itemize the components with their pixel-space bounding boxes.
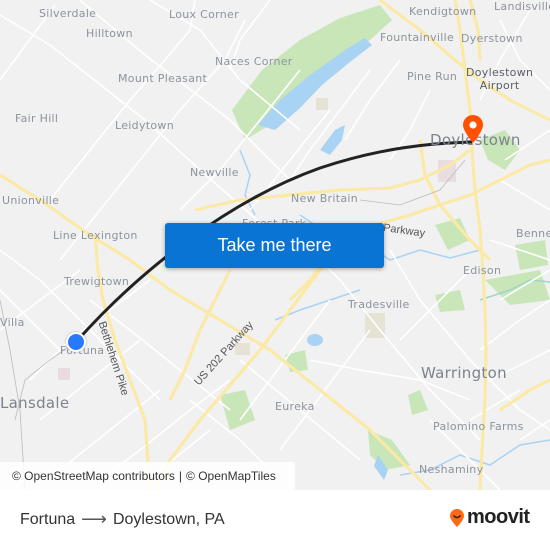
area bbox=[316, 98, 328, 110]
pond bbox=[320, 125, 345, 155]
poi-label-line1: Doylestown bbox=[466, 66, 534, 79]
place-label: Hilltown bbox=[86, 27, 133, 40]
road-us-202-parkway bbox=[153, 158, 550, 490]
road bbox=[499, 378, 550, 412]
place-label: Fair Hill bbox=[15, 112, 59, 125]
poi-doylestown-airport: Doylestown Airport bbox=[466, 66, 533, 92]
area bbox=[365, 313, 385, 338]
pond bbox=[307, 334, 323, 346]
place-label: Tradesville bbox=[348, 298, 410, 311]
place-label: Bennett bbox=[516, 227, 550, 240]
destination-name: Doylestown, PA bbox=[112, 510, 225, 528]
moovit-wordmark: moovit bbox=[467, 506, 530, 528]
road bbox=[344, 59, 401, 141]
origin-marker[interactable] bbox=[66, 332, 86, 352]
place-label: Fountainville bbox=[380, 31, 455, 44]
place-label: Villa bbox=[0, 316, 25, 329]
arrow-right-icon: ⟶ bbox=[81, 509, 107, 529]
park bbox=[515, 240, 548, 270]
poi-label-line2: Airport bbox=[479, 79, 520, 92]
place-label: Loux Corner bbox=[169, 8, 239, 21]
road bbox=[469, 389, 521, 421]
place-label: Mount Pleasant bbox=[118, 72, 208, 85]
place-label: Line Lexington bbox=[53, 229, 138, 242]
place-label: Kendigtown bbox=[409, 5, 477, 18]
place-label: Newville bbox=[190, 166, 239, 179]
attribution-separator: | bbox=[178, 469, 183, 483]
place-label: New Britain bbox=[291, 192, 358, 205]
origin-name: Fortuna bbox=[20, 510, 76, 528]
destination-marker[interactable] bbox=[462, 114, 484, 144]
map[interactable]: Silverdale Loux Corner Kendigtown Landisvil… bbox=[0, 0, 550, 490]
omt-attribution-link[interactable]: © OpenMapTiles bbox=[186, 469, 276, 483]
moovit-pin-icon bbox=[450, 508, 464, 527]
osm-attribution-link[interactable]: © OpenStreetMap contributors bbox=[12, 469, 175, 483]
route-title: Fortuna ⟶ Doylestown, PA bbox=[20, 509, 225, 530]
place-label: Edison bbox=[463, 264, 502, 277]
map-attribution: © OpenStreetMap contributors | © OpenMap… bbox=[0, 462, 295, 490]
place-label: Silverdale bbox=[39, 7, 97, 20]
take-me-there-button[interactable]: Take me there bbox=[165, 223, 384, 268]
area bbox=[58, 368, 70, 380]
place-label: Eureka bbox=[275, 400, 315, 413]
place-label: Dyerstown bbox=[461, 32, 523, 45]
road bbox=[519, 419, 550, 441]
place-label: Naces Corner bbox=[215, 55, 293, 68]
place-label: Leidytown bbox=[115, 119, 174, 132]
park bbox=[220, 390, 255, 430]
road bbox=[479, 299, 550, 351]
place-label: Pine Run bbox=[407, 70, 458, 83]
place-label: Neshaminy bbox=[419, 463, 484, 476]
place-label: Unionville bbox=[2, 194, 60, 207]
park bbox=[408, 390, 428, 415]
road-bethlehem-pike bbox=[93, 234, 152, 490]
place-label: Trewigtown bbox=[64, 275, 130, 288]
road bbox=[499, 179, 550, 211]
place-label: Landisville bbox=[494, 0, 550, 13]
major-place-label: Lansdale bbox=[0, 394, 70, 412]
park bbox=[285, 350, 308, 372]
major-place-label: Warrington bbox=[421, 364, 507, 382]
place-label: Palomino Farms bbox=[433, 420, 524, 433]
moovit-logo[interactable]: moovit bbox=[449, 506, 530, 529]
map-pin-icon bbox=[463, 115, 483, 143]
